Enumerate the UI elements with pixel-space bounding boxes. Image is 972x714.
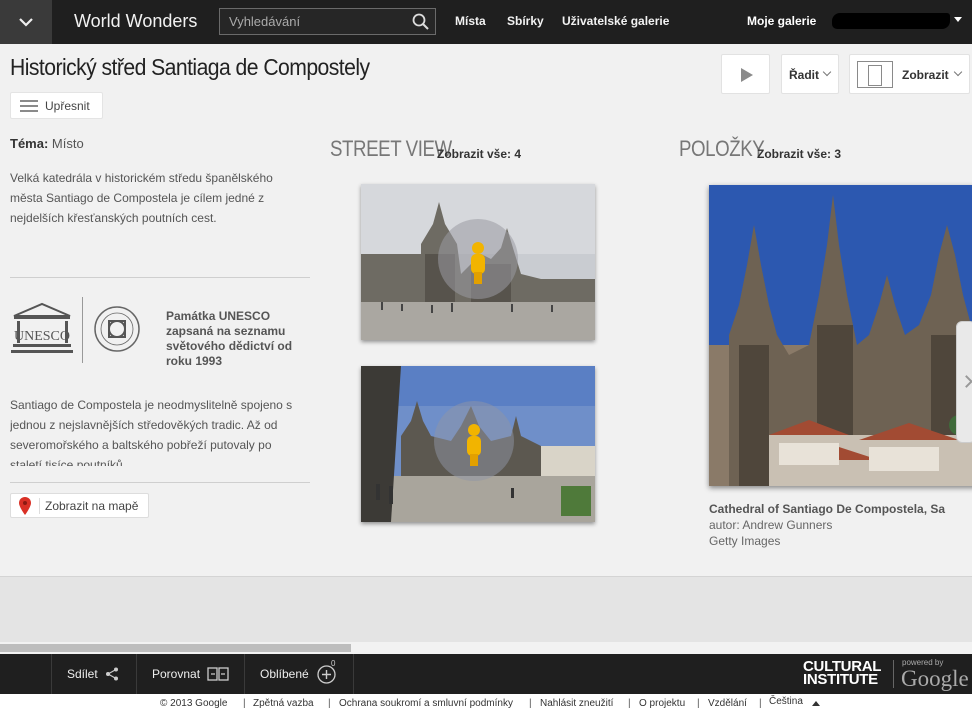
footer-link-education[interactable]: Vzdělání <box>708 698 747 709</box>
divider <box>893 660 894 688</box>
footer-link-privacy[interactable]: Ochrana soukromí a smluvní podmínky <box>339 698 513 709</box>
search-input[interactable] <box>220 9 408 34</box>
horizontal-scrollbar-thumb[interactable] <box>0 644 351 652</box>
divider <box>39 498 40 514</box>
account-menu[interactable] <box>832 10 962 30</box>
caret-down-icon <box>954 17 962 22</box>
street-view-thumbnail-2[interactable] <box>361 366 595 522</box>
divider <box>10 482 310 483</box>
compare-label: Porovnat <box>152 667 201 681</box>
footer-language-select[interactable]: Čeština <box>769 696 803 707</box>
street-view-see-all-link[interactable]: Zobrazit vše: 4 <box>437 147 521 161</box>
view-mode-button[interactable]: Zobrazit <box>849 54 970 94</box>
footer-link-feedback[interactable]: Zpětná vazba <box>253 698 314 709</box>
cultural-institute-logo[interactable]: CULTURAL INSTITUTE <box>803 659 881 688</box>
copyright: © 2013 Google <box>160 698 228 709</box>
slideshow-play-button[interactable] <box>721 54 770 94</box>
chevron-down-icon <box>822 67 832 77</box>
item-author: autor: Andrew Gunners <box>709 518 833 532</box>
show-on-map-button[interactable]: Zobrazit na mapě <box>10 493 149 518</box>
share-label: Sdílet <box>67 667 98 681</box>
divider <box>10 277 310 278</box>
ci-line-2: INSTITUTE <box>803 671 878 688</box>
place-description: Velká katedrála v historickém středu špa… <box>10 171 273 225</box>
item-title[interactable]: Cathedral of Santiago De Compostela, Sa <box>709 502 945 516</box>
refine-label: Upřesnit <box>45 98 90 113</box>
main-content: Historický střed Santiaga de Compostely … <box>0 44 972 576</box>
theme-line: Téma: Místo <box>10 136 84 151</box>
svg-text:UNESCO: UNESCO <box>14 329 70 344</box>
item-image-cathedral[interactable] <box>709 185 972 486</box>
search-icon <box>412 13 429 30</box>
footer-link-about[interactable]: O projektu <box>639 698 685 709</box>
compare-icon <box>207 667 229 681</box>
top-bar: World Wonders Místa Sbírky Uživatelské g… <box>0 0 972 44</box>
divider <box>82 297 83 363</box>
search-button[interactable] <box>411 12 431 32</box>
view-label: Zobrazit <box>902 68 949 82</box>
caret-up-icon <box>812 701 820 706</box>
chevron-down-icon <box>19 18 33 27</box>
share-button[interactable]: Sdílet <box>51 654 136 694</box>
footer-link-report-abuse[interactable]: Nahlásit zneužití <box>540 698 613 709</box>
redacted-account-name <box>832 13 950 29</box>
page-title: Historický střed Santiaga de Compostely <box>10 54 370 80</box>
show-on-map-label: Zobrazit na mapě <box>45 499 139 513</box>
map-pin-icon <box>19 497 31 515</box>
compare-button[interactable]: Porovnat <box>136 654 244 694</box>
brand-title[interactable]: World Wonders <box>74 11 197 32</box>
nav-collections[interactable]: Sbírky <box>507 14 544 28</box>
favorites-count: 0 <box>331 659 336 668</box>
sort-label: Řadit <box>789 68 819 82</box>
separator: | <box>328 698 331 709</box>
favorites-button[interactable]: Oblíbené 0 <box>244 654 354 694</box>
street-view-heading: STREET VIEW <box>330 136 452 161</box>
share-icon <box>106 667 118 681</box>
items-heading: POLOŽKY <box>679 136 765 161</box>
unesco-note: Památka UNESCO zapsaná na seznamu světov… <box>166 309 293 368</box>
google-logo[interactable]: Google <box>901 666 969 692</box>
separator: | <box>529 698 532 709</box>
theme-key: Téma: <box>10 136 49 151</box>
menu-toggle-button[interactable] <box>0 0 52 44</box>
lower-panel <box>0 576 972 642</box>
unesco-logo: UNESCO <box>10 300 74 358</box>
search-box <box>219 8 436 35</box>
nav-places[interactable]: Místa <box>455 14 486 28</box>
separator: | <box>243 698 246 709</box>
chevron-down-icon <box>953 67 963 77</box>
theme-value: Místo <box>51 136 84 151</box>
carousel-next-button[interactable] <box>956 321 972 443</box>
favorites-label: Oblíbené <box>260 667 309 681</box>
long-description: Santiago de Compostela je neodmyslitelně… <box>10 398 293 466</box>
separator: | <box>697 698 700 709</box>
play-icon <box>741 68 753 82</box>
footer: © 2013 Google | Zpětná vazba | Ochrana s… <box>0 694 972 714</box>
item-source: Getty Images <box>709 534 781 548</box>
layout-icon <box>857 61 893 88</box>
items-see-all-link[interactable]: Zobrazit vše: 3 <box>757 147 841 161</box>
separator: | <box>628 698 631 709</box>
nav-user-galleries[interactable]: Uživatelské galerie <box>562 14 669 28</box>
refine-button[interactable]: Upřesnit <box>10 92 103 119</box>
my-gallery-link[interactable]: Moje galerie <box>747 14 816 28</box>
world-heritage-emblem <box>93 305 141 353</box>
street-view-thumbnail-1[interactable] <box>361 184 595 340</box>
hamburger-icon <box>20 99 38 112</box>
separator: | <box>759 698 762 709</box>
sort-button[interactable]: Řadit <box>781 54 839 94</box>
